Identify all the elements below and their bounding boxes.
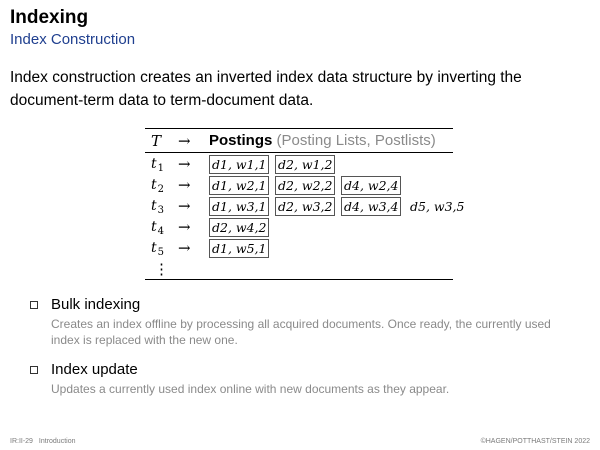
posting-entry: d4, w3,4 (341, 197, 402, 216)
bullet-marker (30, 301, 38, 309)
maps-to-arrow: → (178, 239, 191, 257)
table-header-rule (145, 152, 453, 153)
table-bottom-rule (145, 279, 453, 281)
table-row: t1 → d1, w1,1 d2, w1,2 (145, 154, 453, 175)
maps-to-arrow: → (178, 155, 191, 173)
postings-heading: Postings (209, 132, 273, 149)
page-title: Indexing (10, 7, 89, 28)
posting-entry: d1, w5,1 (209, 239, 270, 258)
table-row: t5 → d1, w5,1 (145, 238, 453, 259)
maps-to-arrow: → (178, 218, 191, 236)
intro-paragraph: Index construction creates an inverted i… (10, 69, 522, 109)
footer-copyright: ©HAGEN/POTTHAST/STEIN 2022 (480, 438, 590, 445)
posting-entry: d4, w2,4 (341, 176, 402, 195)
page-subtitle: Index Construction (10, 31, 136, 48)
bullet-description: Creates an index offline by processing a… (51, 317, 551, 347)
table-row: t4 → d2, w4,2 (145, 217, 453, 238)
postings-heading-aside: (Posting Lists, Postlists) (276, 132, 436, 149)
table-header-arrow: → (178, 132, 191, 150)
footer-page-number: IR:II-29 (10, 438, 33, 445)
posting-entry: d2, w3,2 (275, 197, 336, 216)
bullet-description: Updates a currently used index online wi… (51, 382, 450, 396)
table-ellipsis-row: ⋮ (145, 259, 453, 280)
posting-entry: d1, w1,1 (209, 155, 270, 174)
vertical-ellipsis: ⋮ (154, 260, 169, 278)
posting-entry: d1, w3,1 (209, 197, 270, 216)
footer-section: Introduction (38, 438, 76, 445)
posting-entry: d2, w4,2 (209, 218, 270, 237)
table-header-postings: Postings (Posting Lists, Postlists) (209, 131, 436, 151)
bullet-heading: Index update (51, 361, 138, 378)
table-row: t3 → d1, w3,1 d2, w3,2 d4, w3,4 d5, w3,5 (145, 196, 464, 217)
footer-left: IR:II-29 Introduction (10, 437, 76, 446)
posting-entry: d2, w2,2 (275, 176, 336, 195)
bullet-heading: Bulk indexing (51, 296, 141, 313)
maps-to-arrow: → (178, 176, 191, 194)
table-row: t2 → d1, w2,1 d2, w2,2 d4, w2,4 (145, 175, 453, 196)
maps-to-arrow: → (178, 197, 191, 215)
table-header-term: T (151, 132, 162, 150)
table-top-rule (145, 128, 453, 130)
posting-entry: d5, w3,5 (410, 199, 465, 214)
posting-entry: d1, w2,1 (209, 176, 270, 195)
bullet-marker (30, 366, 38, 374)
posting-entry: d2, w1,2 (275, 155, 336, 174)
